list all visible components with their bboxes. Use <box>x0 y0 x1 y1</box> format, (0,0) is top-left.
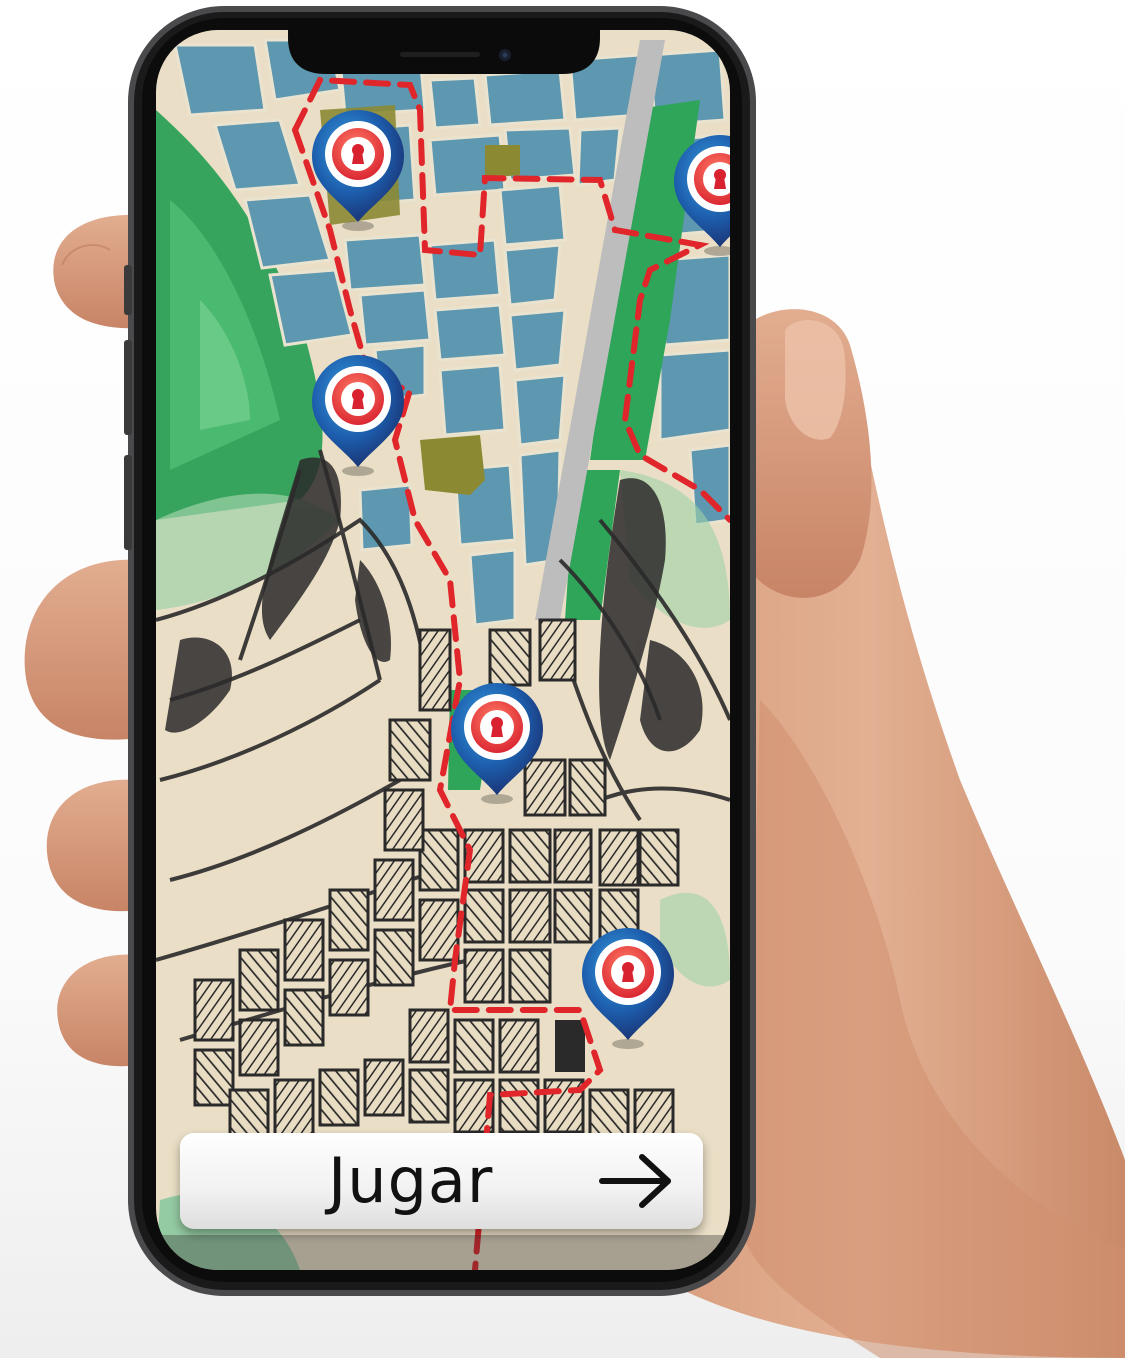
arrow-right-icon <box>599 1154 671 1208</box>
scene: Jugar <box>0 0 1125 1358</box>
fingertips <box>64 602 150 696</box>
map-view[interactable] <box>156 30 730 1270</box>
phone-notch <box>288 26 600 74</box>
play-button-label: Jugar <box>328 1144 494 1217</box>
play-button[interactable]: Jugar <box>180 1133 703 1229</box>
